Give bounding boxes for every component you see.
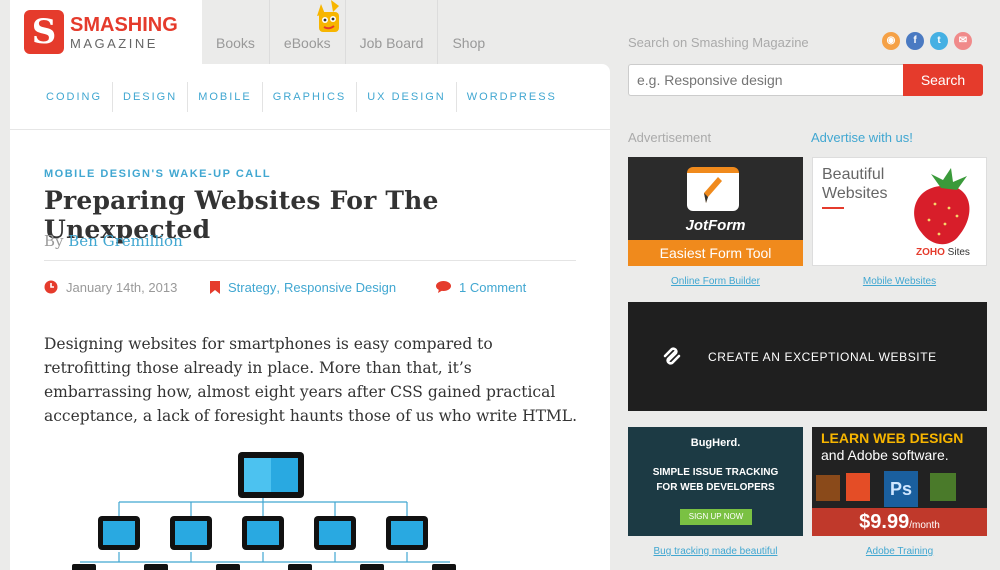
main-content: CODING DESIGN MOBILE GRAPHICS UX DESIGN … xyxy=(10,64,610,570)
bugherd-line1: SIMPLE ISSUE TRACKING xyxy=(652,467,779,478)
article-date: January 14th, 2013 xyxy=(66,279,178,295)
author-link[interactable]: Ben Gremillion xyxy=(68,232,182,250)
category-design[interactable]: DESIGN xyxy=(112,81,187,112)
zoho-logo-text: ZOHO xyxy=(916,247,945,258)
article-intro: Designing websites for smartphones is ea… xyxy=(44,335,578,425)
category-ux-design[interactable]: UX DESIGN xyxy=(356,81,456,112)
email-icon[interactable]: ✉ xyxy=(954,32,972,50)
facebook-icon[interactable]: f xyxy=(906,32,924,50)
category-nav: CODING DESIGN MOBILE GRAPHICS UX DESIGN … xyxy=(10,64,610,130)
bugherd-signup-button[interactable]: SIGN UP NOW xyxy=(680,509,752,525)
divider xyxy=(44,260,576,261)
advertisement-label: Advertisement xyxy=(628,130,712,145)
ad-caption-zoho[interactable]: Mobile Websites xyxy=(812,276,987,287)
site-logo[interactable]: S SMASHING MAGAZINE xyxy=(10,0,202,64)
category-wordpress[interactable]: WORDPRESS xyxy=(455,81,567,112)
category-coding[interactable]: CODING xyxy=(36,82,112,112)
tag-strategy[interactable]: Strategy xyxy=(228,280,276,295)
squarespace-logo-icon xyxy=(663,347,681,365)
zoho-sites-text: Sites xyxy=(947,247,970,258)
bookmark-icon xyxy=(210,280,220,294)
pencil-glyph-icon xyxy=(704,177,722,203)
adobe-price: $9.99/month xyxy=(812,508,987,536)
ad-caption-adobe[interactable]: Adobe Training xyxy=(812,546,987,557)
jotform-brand: JotForm xyxy=(685,217,746,234)
article-meta: January 14th, 2013 Strategy, Responsive … xyxy=(44,278,584,296)
logo-mark-icon: S xyxy=(24,10,64,54)
category-graphics[interactable]: GRAPHICS xyxy=(261,81,356,112)
comments-link[interactable]: 1 Comment xyxy=(459,280,526,295)
mascot-icon xyxy=(317,0,339,32)
byline-prefix: By xyxy=(44,232,64,250)
strawberry-icon xyxy=(914,168,970,245)
article-kicker: MOBILE DESIGN'S WAKE-UP CALL xyxy=(44,168,272,180)
clock-icon xyxy=(44,280,58,294)
byline: By Ben Gremillion xyxy=(44,232,183,250)
zoho-line2: Websites xyxy=(822,185,888,202)
ad-zoho[interactable]: Beautiful Websites ZOHO Sites xyxy=(812,157,987,266)
comment-icon xyxy=(436,281,451,293)
ad-bugherd[interactable]: BugHerd. SIMPLE ISSUE TRACKING FOR WEB D… xyxy=(628,427,803,536)
bugherd-line2: FOR WEB DEVELOPERS xyxy=(656,482,775,493)
logo-line2: MAGAZINE xyxy=(70,35,158,51)
twitter-icon[interactable]: t xyxy=(930,32,948,50)
adobe-line1: LEARN WEB DESIGN xyxy=(821,430,964,446)
photoshop-icon: Ps xyxy=(884,471,918,507)
nav-books[interactable]: Books xyxy=(202,0,269,64)
nav-job-board[interactable]: Job Board xyxy=(344,0,438,64)
bugherd-brand: BugHerd. xyxy=(690,437,741,449)
adobe-price-per: /month xyxy=(909,520,940,531)
dreamweaver-icon xyxy=(930,473,956,501)
search-label: Search on Smashing Magazine xyxy=(628,35,809,50)
search-input[interactable] xyxy=(628,64,904,96)
zoho-brand: ZOHO Sites xyxy=(916,247,970,258)
site-structure-diagram xyxy=(72,452,456,570)
logo-line1: SMASHING xyxy=(70,13,178,36)
jotform-tagline: Easiest Form Tool xyxy=(628,240,803,266)
nav-shop[interactable]: Shop xyxy=(437,0,499,64)
illustrator-icon xyxy=(816,475,840,501)
ad-adobe-training[interactable]: LEARN WEB DESIGN and Adobe software. Ps … xyxy=(812,427,987,536)
ad-jotform[interactable]: JotForm Easiest Form Tool xyxy=(628,157,803,266)
ad-caption-jotform[interactable]: Online Form Builder xyxy=(628,276,803,287)
ad-caption-bugherd[interactable]: Bug tracking made beautiful xyxy=(628,546,803,557)
zoho-line1: Beautiful xyxy=(822,166,885,183)
rss-icon[interactable]: ◉ xyxy=(882,32,900,50)
social-icons: ◉ f t ✉ xyxy=(882,32,972,50)
ad-squarespace[interactable]: CREATE AN EXCEPTIONAL WEBSITE xyxy=(628,302,987,411)
squarespace-text: CREATE AN EXCEPTIONAL WEBSITE xyxy=(708,350,937,364)
category-mobile[interactable]: MOBILE xyxy=(187,81,262,112)
top-nav: Books eBooks Job Board Shop xyxy=(202,0,499,64)
tag-separator: , xyxy=(276,279,281,295)
adobe-line2: and Adobe software. xyxy=(821,447,949,463)
html5-icon xyxy=(846,473,870,501)
zoho-accent xyxy=(822,207,844,209)
adobe-price-value: $9.99 xyxy=(859,511,910,533)
advertise-link[interactable]: Advertise with us! xyxy=(811,130,913,145)
search-button[interactable]: Search xyxy=(903,64,983,96)
tag-responsive-design[interactable]: Responsive Design xyxy=(284,280,396,295)
